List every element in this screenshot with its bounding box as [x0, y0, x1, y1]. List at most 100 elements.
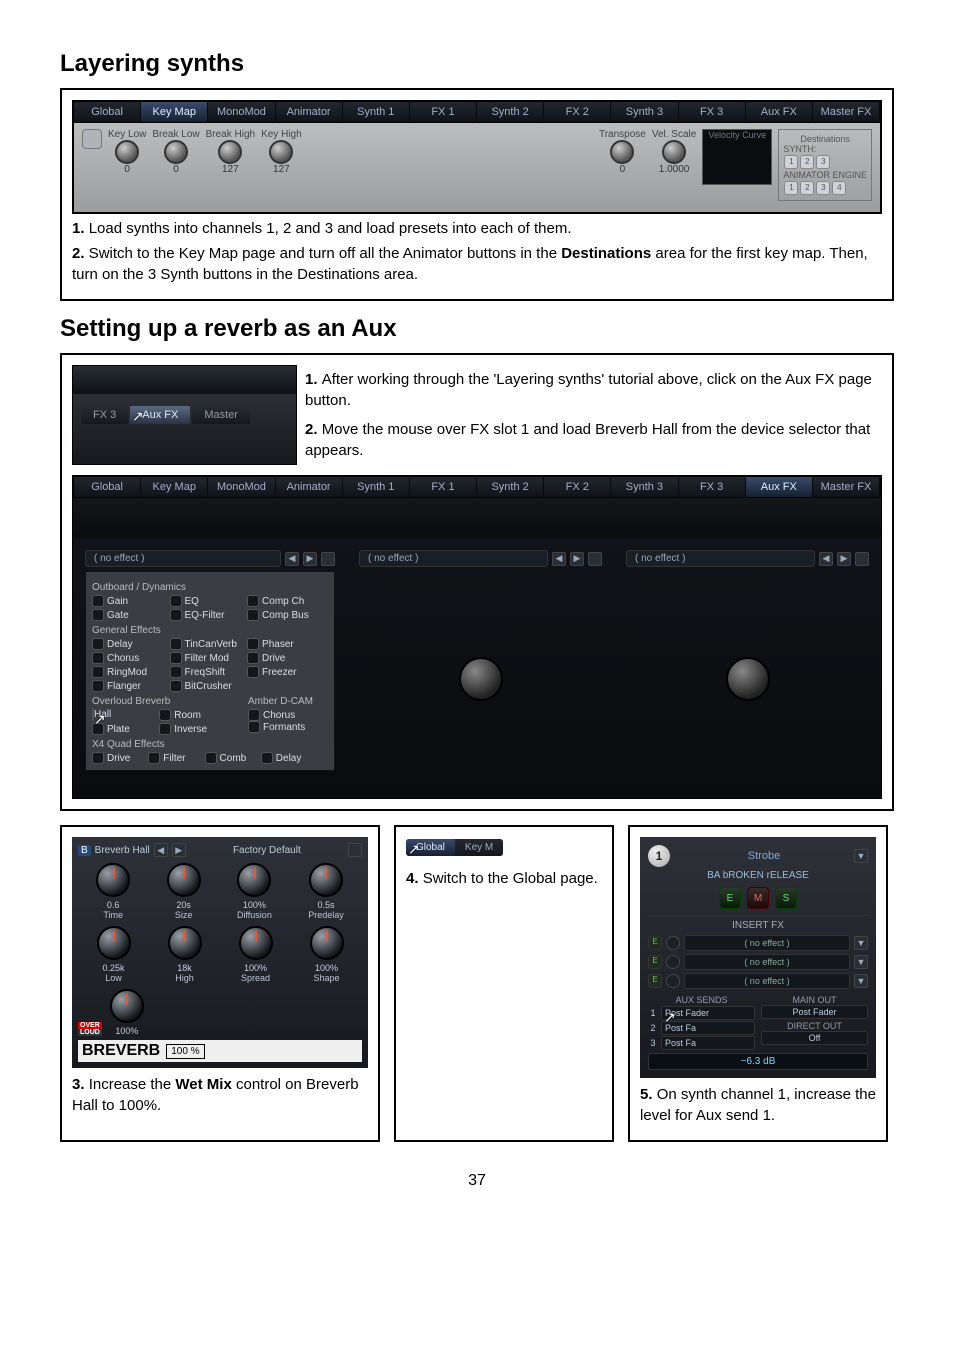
tab2-keymap[interactable]: Key Map	[141, 477, 208, 497]
knob-shape[interactable]: 100%Shape	[310, 926, 344, 983]
fx-compch[interactable]: Comp Ch	[247, 595, 323, 607]
tab-fx1[interactable]: FX 1	[410, 102, 477, 122]
bypass-icon[interactable]: B	[78, 845, 91, 856]
fx-breverb-hall[interactable]: Hall	[92, 709, 157, 721]
chevron-down-icon[interactable]: ▼	[854, 849, 868, 863]
fx-gate[interactable]: Gate	[92, 609, 168, 621]
tab-fx2[interactable]: FX 2	[544, 102, 611, 122]
aux-send-3[interactable]: 3Post Fa	[648, 1036, 755, 1050]
knob-key-high[interactable]: Key High127	[261, 129, 302, 175]
tab-synth1[interactable]: Synth 1	[343, 102, 410, 122]
dest-anim-1[interactable]: 1	[784, 181, 798, 195]
solo-button[interactable]: S	[775, 887, 797, 909]
fx-x4-comb[interactable]: Comb	[205, 752, 259, 764]
dest-anim-4[interactable]: 4	[832, 181, 846, 195]
slot2-knob[interactable]	[459, 657, 503, 701]
knob-high[interactable]: 18kHigh	[168, 926, 202, 983]
fx-amber-formants[interactable]: Formants	[248, 721, 328, 733]
power-icon[interactable]	[666, 974, 680, 988]
tab-animator[interactable]: Animator	[276, 102, 343, 122]
knob-diffusion[interactable]: 100%Diffusion	[237, 863, 272, 920]
auxfx-tab[interactable]: Aux FX	[130, 406, 190, 424]
preset-name[interactable]: Factory Default	[190, 845, 344, 856]
prev-icon[interactable]: ◀	[154, 843, 168, 857]
knob-break-high[interactable]: Break High127	[206, 129, 255, 175]
knob-spread[interactable]: 100%Spread	[239, 926, 273, 983]
fx-tincan[interactable]: TinCanVerb	[170, 638, 246, 650]
fx-x4-filter[interactable]: Filter	[148, 752, 202, 764]
main-out-mode[interactable]: Post Fader	[761, 1005, 868, 1019]
tab2-synth2[interactable]: Synth 2	[477, 477, 544, 497]
fx-x4-drive[interactable]: Drive	[92, 752, 146, 764]
tab-fx3[interactable]: FX 3	[679, 102, 746, 122]
fx-filtermod[interactable]: Filter Mod	[170, 652, 246, 664]
knob-size[interactable]: 20sSize	[167, 863, 201, 920]
tab2-synth3[interactable]: Synth 3	[611, 477, 678, 497]
aux-send-1[interactable]: 1Post Fader	[648, 1006, 755, 1020]
tab2-fx1[interactable]: FX 1	[410, 477, 477, 497]
power-icon[interactable]	[666, 936, 680, 950]
tab2-synth1[interactable]: Synth 1	[343, 477, 410, 497]
next-icon[interactable]: ▶	[837, 552, 851, 566]
fx-bitcrusher[interactable]: BitCrusher	[170, 680, 246, 692]
dest-synth-1[interactable]: 1	[784, 155, 798, 169]
slot3-knob[interactable]	[726, 657, 770, 701]
fx-amber-chorus[interactable]: Chorus	[248, 709, 328, 721]
knob-predelay[interactable]: 0.5sPredelay	[308, 863, 344, 920]
fx-delay[interactable]: Delay	[92, 638, 168, 650]
next-icon[interactable]: ▶	[303, 552, 317, 566]
tab2-fx2[interactable]: FX 2	[544, 477, 611, 497]
dest-synth-2[interactable]: 2	[800, 155, 814, 169]
dest-anim-2[interactable]: 2	[800, 181, 814, 195]
prev-icon[interactable]: ◀	[552, 552, 566, 566]
dest-anim-3[interactable]: 3	[816, 181, 830, 195]
fx-breverb-room[interactable]: Room	[159, 709, 224, 721]
next-icon[interactable]: ▶	[570, 552, 584, 566]
tab2-masterfx[interactable]: Master FX	[813, 477, 880, 497]
fx-eqfilter[interactable]: EQ-Filter	[170, 609, 246, 621]
fx-phaser[interactable]: Phaser	[247, 638, 323, 650]
mini-tab-keymap[interactable]: Key M	[455, 839, 503, 856]
edit-icon[interactable]: E	[648, 974, 662, 988]
chevron-down-icon[interactable]: ▼	[854, 936, 868, 950]
fx3-tab[interactable]: FX 3	[81, 406, 128, 424]
tab2-global[interactable]: Global	[74, 477, 141, 497]
chevron-down-icon[interactable]: ▼	[854, 955, 868, 969]
fx-breverb-inverse[interactable]: Inverse	[159, 723, 224, 735]
fx-x4-delay[interactable]: Delay	[261, 752, 315, 764]
fx-compbus[interactable]: Comp Bus	[247, 609, 323, 621]
tab-keymap[interactable]: Key Map	[141, 102, 208, 122]
menu-icon[interactable]	[348, 843, 362, 857]
tab2-monomod[interactable]: MonoMod	[208, 477, 275, 497]
power-icon[interactable]	[666, 955, 680, 969]
fx-ringmod[interactable]: RingMod	[92, 666, 168, 678]
mute-button[interactable]: M	[747, 887, 769, 909]
tab-masterfx[interactable]: Master FX	[813, 102, 880, 122]
edit-icon[interactable]: E	[648, 955, 662, 969]
knob-transpose[interactable]: Transpose0	[599, 129, 646, 175]
direct-out-mode[interactable]: Off	[761, 1031, 868, 1045]
knob-wetmix[interactable]: 100%	[110, 989, 144, 1036]
chevron-down-icon[interactable]: ▼	[854, 974, 868, 988]
tab-auxfx[interactable]: Aux FX	[746, 102, 813, 122]
knob-key-low[interactable]: Key Low0	[108, 129, 146, 175]
tab-synth3[interactable]: Synth 3	[611, 102, 678, 122]
tab-global[interactable]: Global	[74, 102, 141, 122]
insert-slot-1[interactable]: E( no effect )▼	[648, 935, 868, 951]
fx-slot-2[interactable]: ( no effect ) ◀ ▶	[359, 550, 602, 786]
master-tab[interactable]: Master	[192, 406, 250, 424]
fx-gain[interactable]: Gain	[92, 595, 168, 607]
knob-low[interactable]: 0.25kLow	[97, 926, 131, 983]
insert-slot-2[interactable]: E( no effect )▼	[648, 954, 868, 970]
preset-name[interactable]: BA bROKEN rELEASE	[648, 870, 868, 881]
insert-slot-3[interactable]: E( no effect )▼	[648, 973, 868, 989]
prev-icon[interactable]: ◀	[285, 552, 299, 566]
edit-icon[interactable]: E	[648, 936, 662, 950]
fx-slot-1[interactable]: ( no effect ) ◀ ▶ Outboard / Dynamics Ga…	[85, 550, 335, 786]
fx-slot-3[interactable]: ( no effect ) ◀ ▶	[626, 550, 869, 786]
mini-tab-global[interactable]: Global	[406, 839, 455, 856]
tab-monomod[interactable]: MonoMod	[208, 102, 275, 122]
fx-drive[interactable]: Drive	[247, 652, 323, 664]
tab2-animator[interactable]: Animator	[276, 477, 343, 497]
dest-synth-3[interactable]: 3	[816, 155, 830, 169]
